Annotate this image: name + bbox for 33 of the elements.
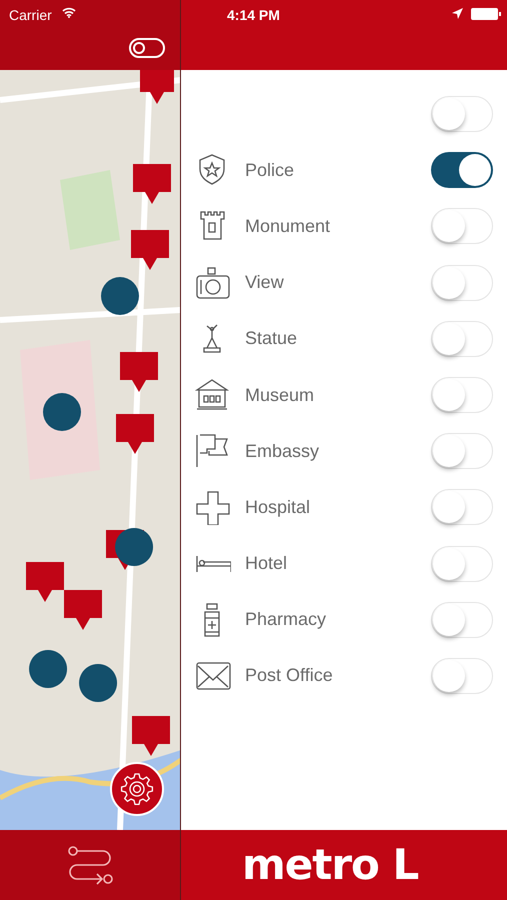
battery-icon bbox=[471, 8, 501, 20]
location-icon bbox=[452, 8, 463, 19]
toggle-switch[interactable] bbox=[431, 96, 493, 132]
toggle-switch[interactable] bbox=[431, 658, 493, 694]
layer-label: Police bbox=[245, 158, 296, 182]
toggle-switch[interactable] bbox=[431, 433, 493, 470]
toggle-switch[interactable] bbox=[431, 546, 493, 582]
toggle-switch[interactable] bbox=[431, 208, 493, 244]
status-time: 4:14 PM bbox=[227, 6, 280, 25]
layer-label: Post Office bbox=[245, 664, 334, 688]
toggle-switch[interactable] bbox=[431, 152, 493, 188]
route-icon[interactable] bbox=[66, 845, 114, 885]
toggle-switch[interactable] bbox=[431, 489, 493, 526]
layer-label: Embassy bbox=[245, 440, 320, 463]
layer-label: Hotel bbox=[245, 552, 288, 576]
toggle-switch[interactable] bbox=[431, 377, 493, 414]
toggle-switch[interactable] bbox=[431, 320, 493, 357]
cross-icon bbox=[195, 489, 231, 526]
layer-label: Monument bbox=[245, 214, 332, 238]
layer-label: Hospital bbox=[245, 496, 312, 519]
wifi-icon bbox=[62, 7, 76, 18]
layer-label: View bbox=[245, 271, 285, 294]
layer-label: Statue bbox=[245, 327, 298, 350]
toggle-switch[interactable] bbox=[431, 264, 493, 301]
flag-icon bbox=[195, 433, 231, 470]
layer-label: Museum bbox=[245, 384, 316, 407]
layer-label: Pharmacy bbox=[245, 608, 328, 632]
logo: metro L bbox=[242, 844, 418, 886]
carrier-label: Carrier bbox=[9, 6, 52, 25]
settings-icon bbox=[120, 772, 154, 806]
map-toggle[interactable] bbox=[129, 38, 165, 58]
toggle-switch[interactable] bbox=[431, 602, 493, 638]
camera-icon bbox=[195, 264, 231, 301]
